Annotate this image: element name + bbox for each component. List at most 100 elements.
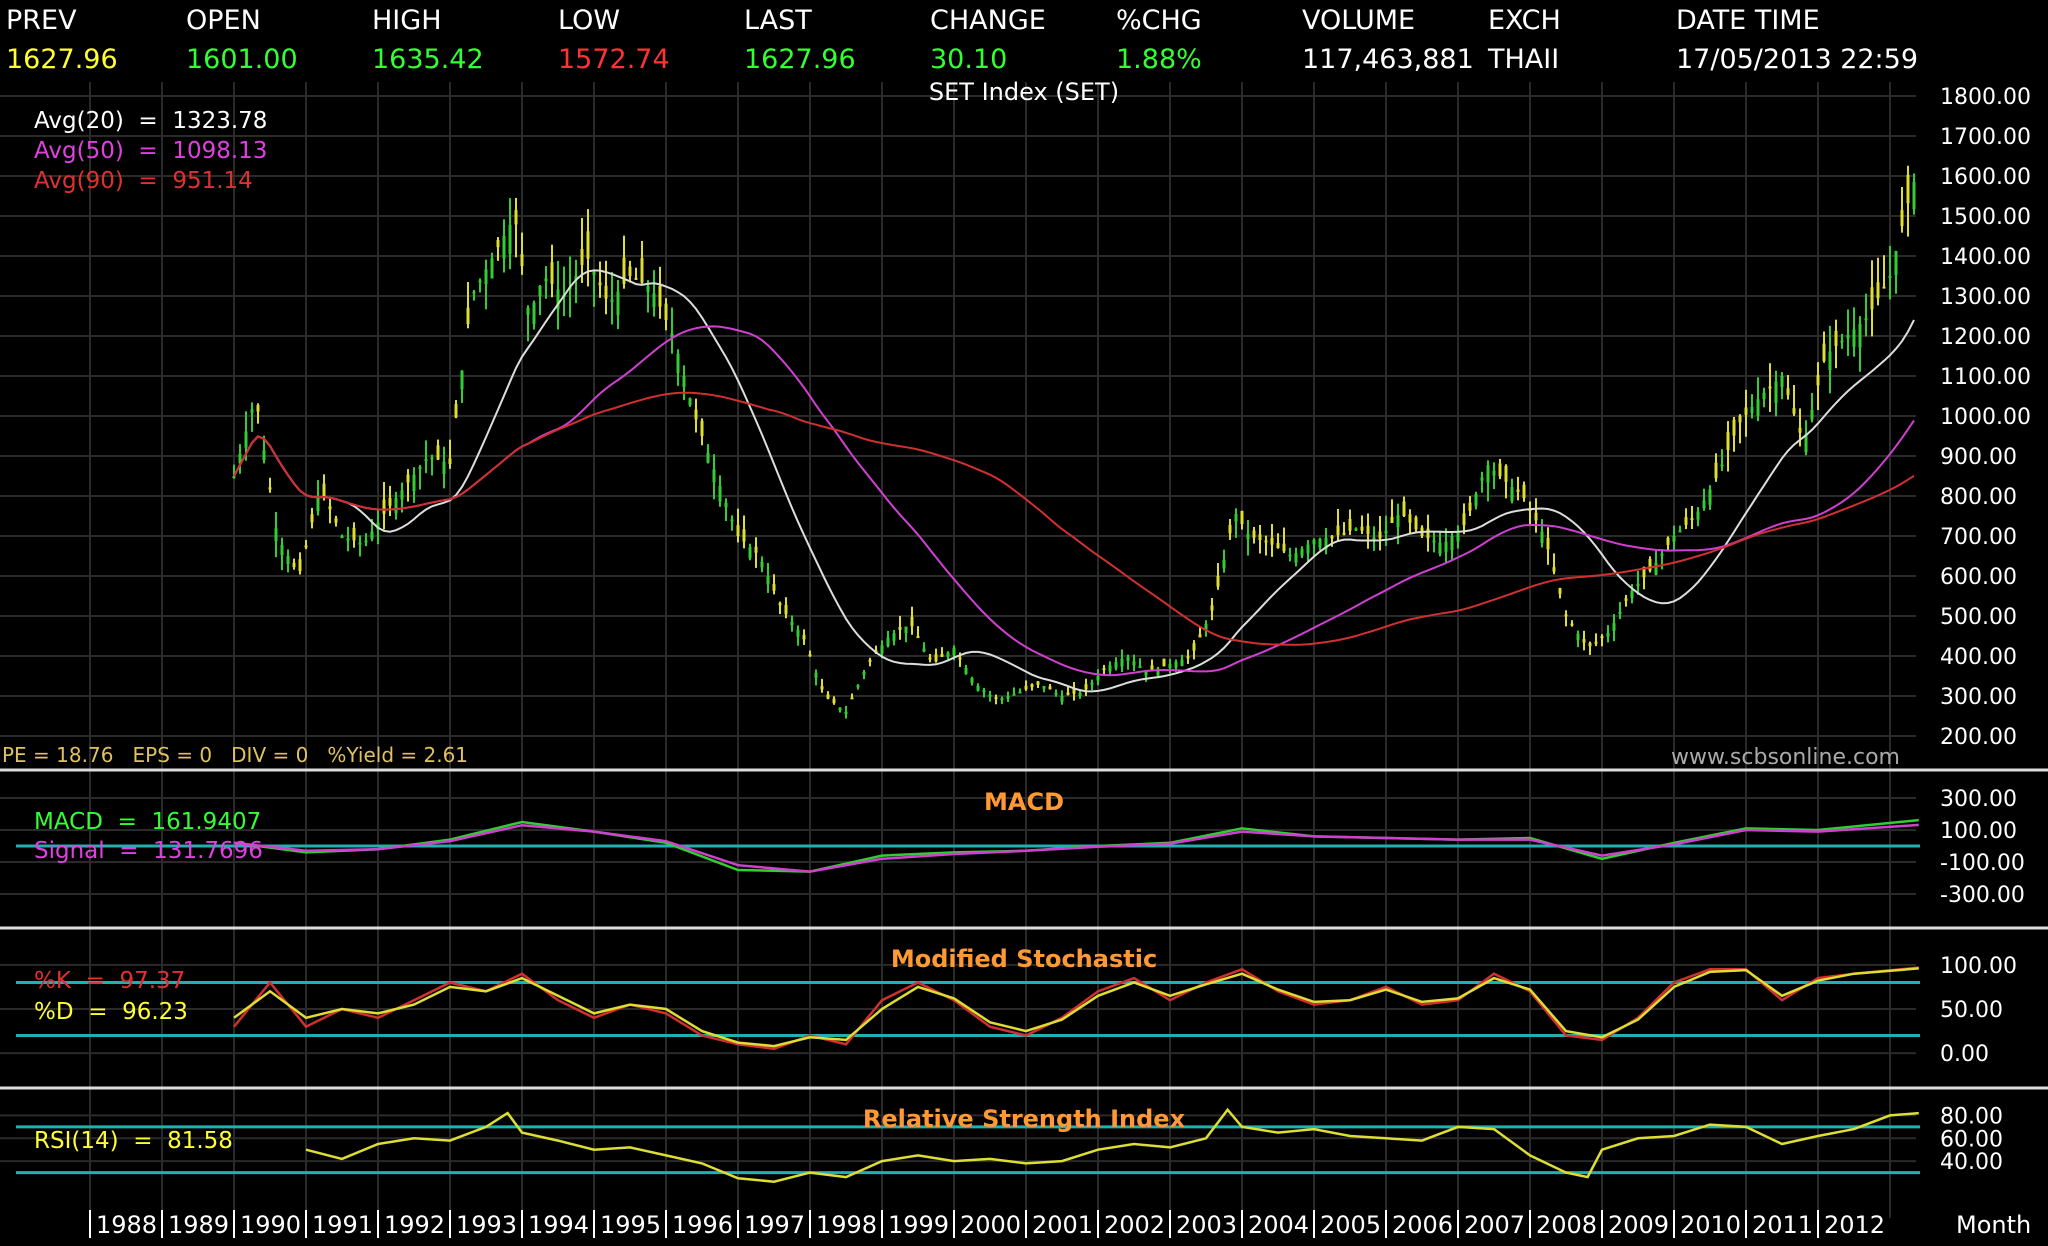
- candle-body: [1828, 351, 1832, 371]
- y-tick-label: 1000.00: [1940, 405, 2031, 430]
- candle-body: [1726, 432, 1730, 450]
- quote-label-7: VOLUME: [1302, 5, 1416, 36]
- candle-body: [736, 525, 740, 536]
- macd_panel-legend-item-1: Signal = 131.7696: [34, 837, 263, 866]
- y-tick-label: 1200.00: [1940, 325, 2031, 350]
- candle-body: [340, 536, 344, 538]
- candle-body: [244, 431, 248, 448]
- candle-body: [1558, 588, 1562, 594]
- candle-body: [424, 459, 428, 462]
- y-tick-label: -300.00: [1940, 883, 2025, 908]
- stoch-legend: %K = 97.37 %D = 96.23: [34, 966, 188, 1028]
- y-tick-label: 1400.00: [1940, 245, 2031, 270]
- candle-body: [1540, 531, 1544, 543]
- candle-body: [280, 544, 284, 556]
- candle-body: [1546, 537, 1550, 550]
- legend-label: RSI(14): [34, 1128, 119, 1154]
- candle-body: [1222, 560, 1226, 569]
- candle-body: [1822, 343, 1826, 361]
- year-label: 1990: [240, 1211, 301, 1239]
- quote-value-8: THAII: [1488, 44, 1560, 75]
- y-tick-label: 0.00: [1940, 1042, 1989, 1067]
- quote-label-3: LOW: [558, 5, 621, 36]
- legend-equals: =: [118, 1128, 168, 1154]
- year-label: 2002: [1104, 1211, 1165, 1239]
- candle-body: [1198, 634, 1202, 638]
- candle-body: [820, 686, 824, 690]
- candle-body: [532, 302, 536, 325]
- legend-label: %K: [34, 968, 71, 994]
- candle-body: [412, 474, 416, 492]
- quote-value-3: 1572.74: [558, 44, 670, 75]
- candle-body: [286, 556, 290, 565]
- candle-body: [1648, 559, 1652, 571]
- candle-body: [1438, 542, 1442, 554]
- candle-body: [1342, 532, 1346, 535]
- candle-body: [1402, 501, 1406, 516]
- candle-body: [1762, 392, 1766, 400]
- candle-body: [1768, 386, 1772, 389]
- candle-body: [1798, 427, 1802, 433]
- candle-body: [640, 258, 644, 283]
- legend-equals: =: [123, 108, 173, 134]
- candle-body: [262, 450, 266, 461]
- candle-body: [1876, 282, 1880, 299]
- candle-body: [1462, 513, 1466, 526]
- candle-body: [472, 291, 476, 294]
- stock-chart: 1800.00 1700.00 1600.00 1500.00 1400.00 1300.…: [0, 78, 2048, 1239]
- candle-body: [1846, 334, 1850, 339]
- chart-grid: [0, 82, 1916, 1218]
- candle-body: [694, 409, 698, 420]
- quote-value-2: 1635.42: [372, 44, 484, 75]
- candle-body: [1312, 540, 1316, 545]
- y-tick-label: 1500.00: [1940, 205, 2031, 230]
- candle-body: [442, 461, 446, 475]
- candle-body: [550, 262, 554, 284]
- y-tick-label: 600.00: [1940, 565, 2017, 590]
- candle-body: [1354, 528, 1358, 531]
- candle-body: [1114, 662, 1118, 669]
- candle-body: [1186, 656, 1190, 659]
- y-tick-label: 900.00: [1940, 445, 2017, 470]
- axis-labels: 1800.00 1700.00 1600.00 1500.00 1400.00 1300.…: [89, 85, 2031, 1239]
- year-label: 2009: [1608, 1211, 1669, 1239]
- candle-body: [940, 653, 944, 657]
- candle-body: [1894, 251, 1898, 276]
- candle-body: [1360, 526, 1364, 531]
- year-label: 1996: [672, 1211, 733, 1239]
- candle-body: [508, 224, 512, 254]
- candle-body: [1636, 584, 1640, 586]
- candle-body: [796, 629, 800, 637]
- candle-body: [1270, 537, 1274, 545]
- legend-value: 81.58: [167, 1128, 233, 1154]
- candle-body: [610, 299, 614, 303]
- quote-header: PREV 1627.96 OPEN 1601.00 HIGH 1635.42 LOW 1572…: [0, 0, 2048, 80]
- candle-body: [886, 637, 890, 647]
- candle-body: [880, 645, 884, 654]
- candle-body: [328, 506, 332, 510]
- candle-body: [1042, 686, 1046, 689]
- rsi-legend: RSI(14) = 81.58: [34, 1126, 233, 1156]
- quote-value-9: 17/05/2013 22:59: [1676, 44, 1919, 75]
- candle-body: [1306, 544, 1310, 554]
- candle-body: [916, 636, 920, 639]
- candle-body: [1606, 632, 1610, 637]
- year-label: 2003: [1176, 1211, 1237, 1239]
- candle-body: [394, 498, 398, 514]
- year-label: 2005: [1320, 1211, 1381, 1239]
- y-tick-label: 40.00: [1940, 1150, 2003, 1175]
- candle-body: [1474, 494, 1478, 507]
- legend-value: 951.14: [172, 168, 253, 194]
- candle-body: [850, 697, 854, 700]
- y-tick-label: 300.00: [1940, 787, 2017, 812]
- legend-label: MACD: [34, 809, 103, 835]
- candle-body: [1378, 531, 1382, 539]
- candle-body: [1426, 528, 1430, 539]
- rsi-panel-title: Relative Strength Index: [863, 1105, 1186, 1133]
- candle-body: [1492, 470, 1496, 476]
- candle-body: [484, 269, 488, 285]
- candle-body: [334, 518, 338, 523]
- candle-body: [1864, 318, 1868, 321]
- quote-label-0: PREV: [6, 5, 77, 36]
- candle-body: [580, 249, 584, 265]
